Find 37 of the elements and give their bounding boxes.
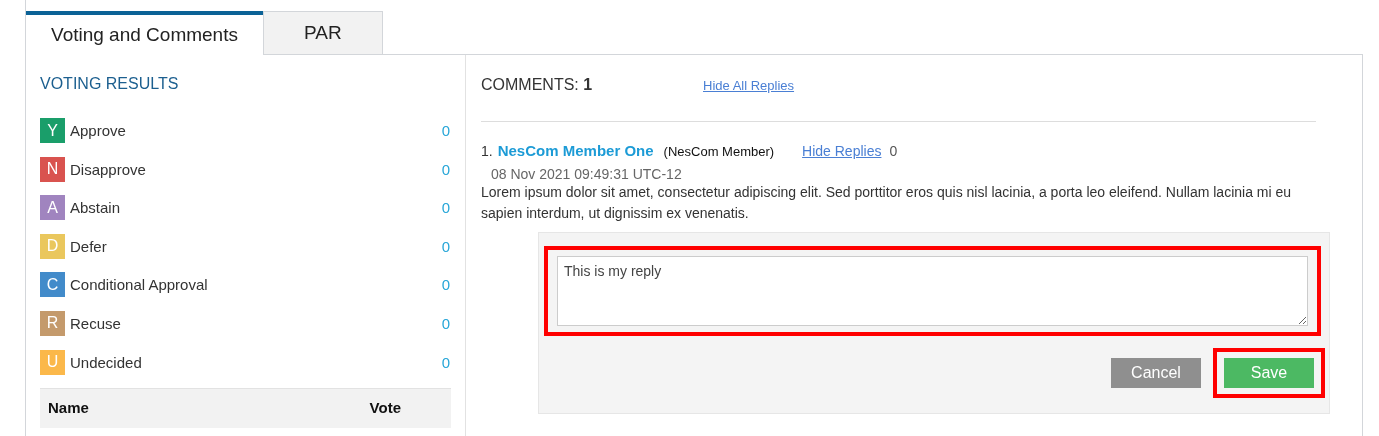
reply-count: 0	[889, 143, 898, 159]
tab[interactable]: PAR	[263, 11, 383, 55]
comments-count: COMMENTS: 1	[481, 76, 594, 94]
author-role: (NesCom Member)	[663, 144, 775, 159]
section-title: VOTING RESULTS	[40, 75, 180, 93]
comment-number: 1.	[481, 143, 493, 159]
vote-badge: D	[40, 233, 65, 259]
vote-badge: C	[40, 272, 65, 298]
vote-count: 0	[441, 122, 450, 139]
vote-count: 0	[441, 353, 450, 371]
vote-count: 0	[441, 276, 450, 294]
author-link[interactable]: NesCom Member One	[497, 142, 654, 159]
comment-text: Lorem ipsum dolor sit amet, consectetur adipiscing elit. Sed porttitor eros quis nisl lacinia, a porta leo eleifend. Nullam lacinia mi eu sapien interdum, ut dignissim ex venenatis.	[481, 183, 1293, 223]
timestamp: 08 Nov 2021 09:49:31 UTC-12	[491, 166, 683, 182]
vote-badge: A	[40, 195, 65, 221]
vote-badge: U	[40, 349, 65, 375]
vote-label: Conditional Approval	[70, 276, 209, 294]
vote-count: 0	[441, 160, 450, 178]
vote-count: 0	[441, 314, 450, 332]
column-header: Vote	[369, 399, 401, 419]
vote-label: Disapprove	[70, 160, 147, 178]
vote-count: 0	[441, 237, 450, 255]
column-header: Name	[48, 399, 89, 419]
reply-field[interactable]: This is my reply	[557, 256, 1308, 326]
vote-count: 0	[441, 199, 450, 217]
vote-label: Abstain	[70, 199, 122, 217]
vote-label: Approve	[70, 122, 127, 139]
cancel-button[interactable]: Cancel	[1111, 358, 1201, 388]
save-button[interactable]: Save	[1224, 358, 1314, 388]
vote-badge: Y	[40, 118, 65, 143]
vote-badge: R	[40, 310, 65, 336]
hide-all-replies-link[interactable]: Hide All Replies	[703, 78, 795, 93]
vote-label: Defer	[70, 237, 108, 255]
vote-label: Recuse	[70, 314, 122, 332]
vote-label: Undecided	[70, 353, 143, 371]
hide-replies-link[interactable]: Hide Replies	[802, 143, 882, 159]
vote-badge: N	[40, 156, 65, 182]
